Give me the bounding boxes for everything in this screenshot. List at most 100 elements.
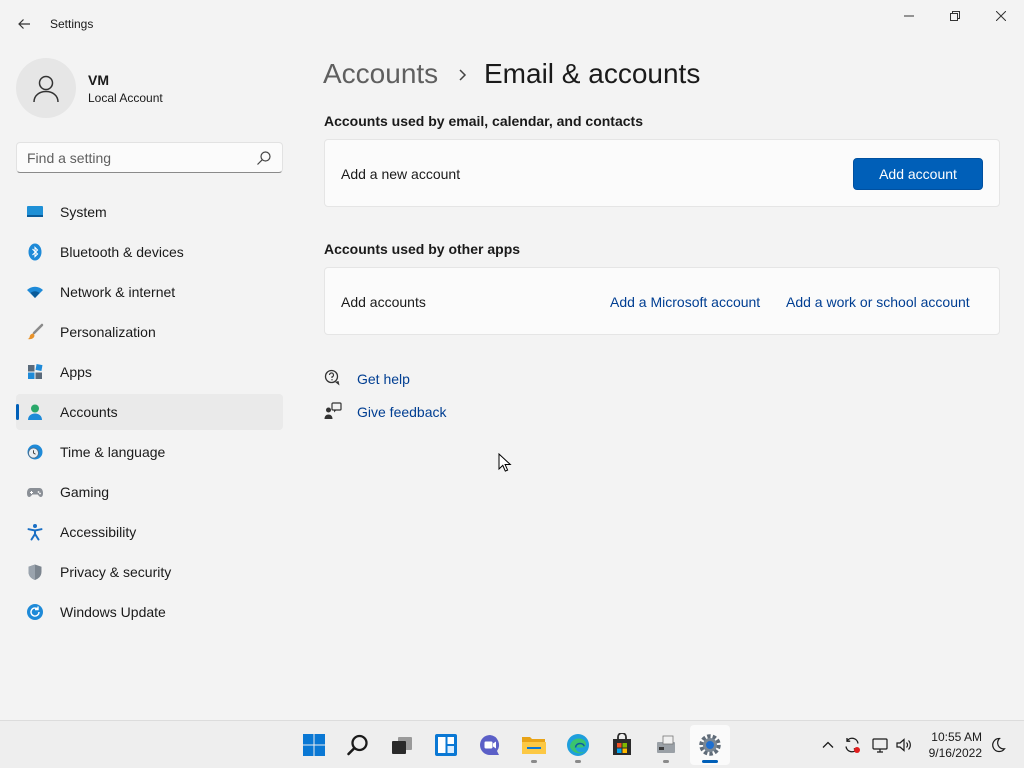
close-icon [996, 11, 1006, 21]
minimize-button[interactable] [886, 0, 932, 32]
sidebar-item-system[interactable]: System [16, 194, 283, 230]
chevron-right-icon [459, 69, 467, 81]
taskbar-widgets-button[interactable] [426, 725, 466, 765]
feedback-icon [324, 402, 342, 419]
task-view-icon [392, 737, 412, 754]
start-icon [303, 734, 325, 756]
add-work-school-account-link[interactable]: Add a work or school account [786, 294, 970, 310]
show-hidden-icons-button[interactable] [818, 735, 838, 755]
arrow-left-icon [18, 19, 30, 29]
running-indicator [575, 760, 581, 763]
taskbar-store-button[interactable] [602, 725, 642, 765]
tray-network-button[interactable] [870, 735, 890, 755]
sidebar-item-gaming[interactable]: Gaming [16, 474, 283, 510]
search-box[interactable] [16, 142, 283, 173]
sidebar-item-label: Apps [60, 364, 92, 380]
file-explorer-icon [522, 737, 546, 754]
sidebar-item-label: Bluetooth & devices [60, 244, 184, 260]
taskbar-task-view-button[interactable] [382, 725, 422, 765]
sidebar-item-label: Accessibility [60, 524, 137, 540]
sidebar-item-network[interactable]: Network & internet [16, 274, 283, 310]
taskbar-search-button[interactable] [338, 725, 378, 765]
sidebar: System Bluetooth & devices Network & int… [16, 194, 283, 634]
breadcrumb-parent[interactable]: Accounts [323, 58, 438, 90]
add-new-account-card: Add a new account Add account [324, 139, 1000, 207]
restore-icon [950, 11, 960, 21]
sidebar-item-label: Privacy & security [60, 564, 172, 580]
sidebar-item-accounts[interactable]: Accounts [16, 394, 283, 430]
search-icon [347, 734, 368, 756]
shield-icon [28, 564, 42, 580]
taskbar-chat-button[interactable] [470, 725, 510, 765]
edge-icon [567, 734, 589, 756]
add-accounts-label: Add accounts [341, 294, 426, 310]
taskbar-edge-button[interactable] [558, 725, 598, 765]
give-feedback-link[interactable]: Give feedback [357, 404, 447, 420]
network-icon [872, 738, 888, 753]
add-account-button[interactable]: Add account [853, 158, 983, 190]
close-button[interactable] [978, 0, 1024, 32]
taskbar-file-explorer-button[interactable] [514, 725, 554, 765]
store-icon [613, 733, 631, 755]
settings-icon [699, 734, 721, 756]
mouse-cursor-icon [498, 453, 512, 472]
app-icon [657, 735, 675, 753]
sidebar-item-personalization[interactable]: Personalization [16, 314, 283, 350]
sidebar-item-label: Network & internet [60, 284, 176, 300]
search-icon[interactable] [256, 150, 272, 166]
person-icon [33, 75, 59, 103]
system-icon [27, 206, 43, 217]
running-indicator [531, 760, 537, 763]
avatar[interactable] [16, 58, 76, 118]
user-name: VM [88, 72, 109, 88]
clock-date[interactable]: 9/16/2022 [926, 746, 982, 760]
add-microsoft-account-link[interactable]: Add a Microsoft account [610, 294, 760, 310]
apps-icon [28, 364, 43, 379]
sidebar-item-bluetooth[interactable]: Bluetooth & devices [16, 234, 283, 270]
clock-globe-icon [27, 444, 43, 460]
sidebar-item-apps[interactable]: Apps [16, 354, 283, 390]
sidebar-item-label: Accounts [60, 404, 118, 420]
sync-icon [845, 737, 860, 753]
sidebar-item-label: Gaming [60, 484, 110, 500]
taskbar: 10:55 AM 9/16/2022 [0, 720, 1024, 768]
accessibility-icon [27, 524, 43, 541]
taskbar-start-button[interactable] [294, 725, 334, 765]
clock-time[interactable]: 10:55 AM [926, 730, 982, 744]
sidebar-item-accessibility[interactable]: Accessibility [16, 514, 283, 550]
restore-button[interactable] [932, 0, 978, 32]
accounts-icon [28, 404, 42, 420]
tray-sync-button[interactable] [842, 735, 862, 755]
brush-icon [27, 323, 44, 340]
sidebar-item-label: Windows Update [60, 604, 166, 620]
tray-volume-button[interactable] [894, 735, 914, 755]
search-input[interactable] [27, 149, 247, 167]
bluetooth-icon [28, 243, 42, 261]
sidebar-item-time-language[interactable]: Time & language [16, 434, 283, 470]
section-title-email: Accounts used by email, calendar, and co… [324, 113, 643, 129]
title-bar: Settings [0, 0, 1024, 48]
volume-icon [896, 738, 911, 752]
chevron-up-icon [822, 741, 834, 748]
page-title: Email & accounts [484, 58, 701, 89]
sidebar-item-label: System [60, 204, 107, 220]
sidebar-item-windows-update[interactable]: Windows Update [16, 594, 283, 630]
user-account-type: Local Account [88, 91, 163, 105]
taskbar-settings-button[interactable] [690, 725, 730, 765]
taskbar-app-button[interactable] [646, 725, 686, 765]
back-button[interactable] [12, 12, 36, 36]
sidebar-item-privacy[interactable]: Privacy & security [16, 554, 283, 590]
chat-icon [480, 735, 500, 755]
active-indicator [702, 760, 718, 763]
widgets-icon [435, 734, 457, 756]
get-help-link[interactable]: Get help [357, 371, 410, 387]
moon-icon [992, 737, 1006, 753]
minimize-icon [904, 15, 914, 17]
notifications-button[interactable] [988, 735, 1008, 755]
add-new-account-label: Add a new account [341, 166, 461, 182]
help-chat-icon [324, 369, 340, 386]
running-indicator [663, 760, 669, 763]
sidebar-item-label: Personalization [60, 324, 156, 340]
sidebar-item-label: Time & language [60, 444, 166, 460]
window-title: Settings [50, 17, 94, 31]
